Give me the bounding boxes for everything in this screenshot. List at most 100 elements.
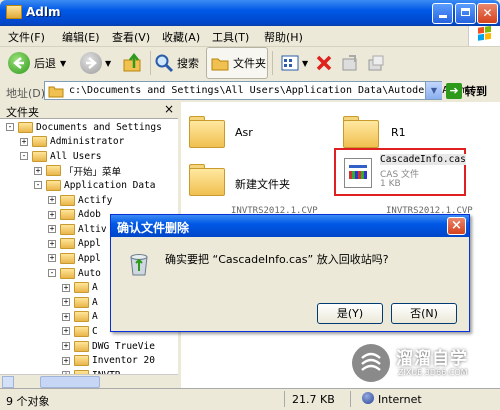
horizontal-scrollbar[interactable] <box>0 374 178 388</box>
expand-icon[interactable]: + <box>20 137 28 146</box>
collapse-icon[interactable]: - <box>6 123 14 131</box>
status-count: 9 个对象 <box>6 395 50 408</box>
file-size: 1 KB <box>380 179 401 189</box>
tree-item[interactable]: + DWG TrueVie <box>62 339 155 353</box>
up-folder-button[interactable] <box>122 47 146 79</box>
tree-item[interactable]: + A <box>62 281 98 295</box>
tree-item-label: C <box>92 325 98 337</box>
folder-icon <box>18 121 33 133</box>
tree-item[interactable]: + Administrator <box>20 135 124 149</box>
tree-item[interactable]: + Appl <box>48 237 101 251</box>
minimize-button[interactable] <box>432 3 453 24</box>
yes-button[interactable]: 是(Y) <box>317 303 383 324</box>
collapse-icon[interactable]: - <box>34 181 42 190</box>
expand-icon[interactable]: + <box>48 239 56 248</box>
menu-file[interactable]: 文件(F) <box>8 29 45 45</box>
folders-pane-title: 文件夹 <box>6 106 39 119</box>
status-size: 21.7 KB <box>292 393 335 406</box>
file-name: R1 <box>391 126 406 139</box>
expand-icon[interactable]: + <box>62 283 70 292</box>
move-to-button[interactable] <box>340 47 362 79</box>
expand-icon[interactable]: + <box>48 254 56 263</box>
tree-item[interactable]: - All Users <box>20 149 101 163</box>
collapse-icon[interactable]: - <box>48 269 56 277</box>
folders-pane-header: 文件夹 × <box>0 102 178 119</box>
copy-to-button[interactable] <box>366 47 388 79</box>
no-button[interactable]: 否(N) <box>391 303 457 324</box>
folder-icon <box>60 238 75 250</box>
tree-item-label: Application Data <box>64 179 156 191</box>
tree-item-label: Altiv <box>78 223 107 235</box>
menu-favorites[interactable]: 收藏(A) <box>162 29 200 45</box>
expand-icon[interactable]: + <box>34 166 42 175</box>
tree-item[interactable]: + A <box>62 295 98 309</box>
tree-item[interactable]: + Actify <box>48 193 112 207</box>
file-item-asr[interactable]: Asr <box>187 110 317 148</box>
expand-icon[interactable]: + <box>48 225 56 234</box>
file-name: CascadeInfo.cas <box>380 154 466 165</box>
tree-item[interactable]: - Documents and Settings <box>6 120 162 134</box>
tree-item[interactable]: - Application Data <box>34 178 156 192</box>
delete-x-icon <box>316 55 332 71</box>
folder-icon <box>74 311 89 323</box>
file-item-new-folder[interactable]: 新建文件夹 <box>187 158 317 198</box>
menu-help[interactable]: 帮助(H) <box>264 29 303 45</box>
close-icon: ✕ <box>482 6 493 20</box>
folder-icon <box>46 179 61 191</box>
views-icon <box>281 55 299 71</box>
close-button[interactable]: ✕ <box>477 3 498 24</box>
scrollbar-thumb[interactable] <box>40 376 100 388</box>
views-button[interactable]: ▼ <box>280 47 312 79</box>
forward-button[interactable]: ▼ <box>80 47 116 79</box>
folder-icon <box>74 296 89 308</box>
folder-icon <box>60 209 75 221</box>
folders-button[interactable]: 文件夹 <box>206 47 268 79</box>
delete-button[interactable] <box>314 47 336 79</box>
address-input[interactable]: c:\Documents and Settings\All Users\Appl… <box>44 81 466 100</box>
address-label: 地址(D) <box>6 87 46 100</box>
tree-item-label: A <box>92 311 98 323</box>
tree-item[interactable]: + C <box>62 324 98 338</box>
back-button[interactable]: 后退 ▼ <box>8 47 74 79</box>
internet-globe-icon <box>362 392 374 404</box>
expand-icon[interactable]: + <box>48 196 56 204</box>
expand-icon[interactable]: + <box>62 356 70 365</box>
menu-bar: 文件(F) 编辑(E) 查看(V) 收藏(A) 工具(T) 帮助(H) <box>0 25 500 47</box>
tree-item[interactable]: + Inventor 20 <box>62 354 155 368</box>
title-bar: Adlm ✕ <box>0 0 500 26</box>
dialog-title: 确认文件删除 <box>117 221 190 235</box>
expand-icon[interactable]: + <box>48 210 56 219</box>
confirm-delete-dialog: 确认文件删除 × 确实要把 “CascadeInfo.cas” 放入回收站吗? … <box>110 214 470 332</box>
expand-icon[interactable]: + <box>62 312 70 321</box>
menu-edit[interactable]: 编辑(E) <box>62 29 100 45</box>
tree-item[interactable]: + Adob <box>48 208 101 222</box>
tree-item[interactable]: + Appl <box>48 251 101 265</box>
back-label: 后退 <box>34 57 56 70</box>
tree-item-label: DWG TrueVie <box>92 340 155 352</box>
expand-icon[interactable]: + <box>62 342 70 350</box>
address-dropdown-button[interactable]: ▼ <box>425 82 442 99</box>
tree-item[interactable]: + 「开始」菜单 <box>34 164 121 178</box>
scroll-left-icon[interactable] <box>2 376 14 388</box>
tree-item[interactable]: + A <box>62 310 98 324</box>
close-icon[interactable]: × <box>164 102 174 116</box>
folder-icon-body <box>189 168 225 196</box>
expand-icon[interactable]: + <box>62 298 70 307</box>
expand-icon[interactable]: + <box>62 327 70 336</box>
file-item-r1[interactable]: R1 <box>339 110 469 148</box>
file-item-cascadeinfo[interactable]: CascadeInfo.cas CAS 文件 1 KB <box>334 148 466 196</box>
go-button[interactable]: ➜ 转到 <box>446 82 487 100</box>
folder-icon <box>211 58 229 71</box>
chevron-down-icon: ▼ <box>60 58 67 68</box>
tree-item[interactable]: - Auto <box>48 266 101 280</box>
tree-item[interactable]: + Altiv <box>48 222 107 236</box>
search-button[interactable]: 搜索 <box>154 47 202 79</box>
up-folder-icon <box>123 52 141 72</box>
folder-icon <box>60 252 75 264</box>
dialog-close-button[interactable]: × <box>447 217 466 235</box>
menu-view[interactable]: 查看(V) <box>112 29 150 45</box>
menu-tools[interactable]: 工具(T) <box>212 29 249 45</box>
collapse-icon[interactable]: - <box>20 152 28 161</box>
maximize-button[interactable] <box>455 3 476 24</box>
watermark-brand: 溜溜自学 <box>396 349 468 369</box>
